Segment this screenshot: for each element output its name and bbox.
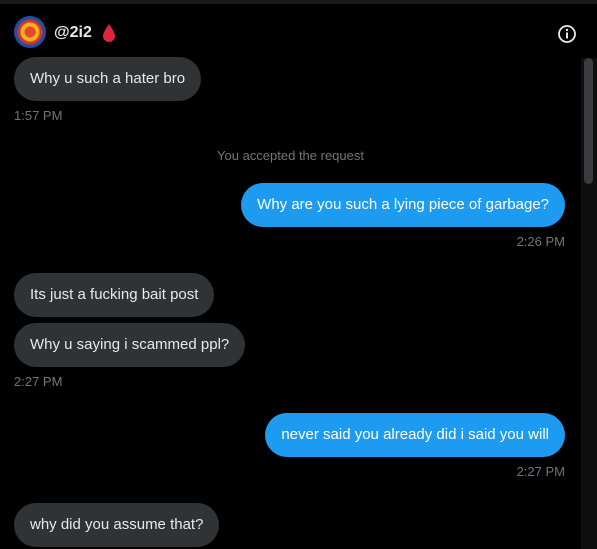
message-timestamp: 2:27 PM [516, 464, 565, 479]
message-bubble-sent[interactable]: Why are you such a lying piece of garbag… [241, 183, 565, 227]
avatar[interactable] [14, 16, 46, 48]
scrollbar-thumb[interactable] [584, 58, 593, 184]
user-handle[interactable]: @2i2 [54, 24, 92, 42]
message-bubble-sent[interactable]: never said you already did i said you wi… [265, 413, 565, 457]
info-icon[interactable] [557, 24, 577, 44]
message-timestamp: 2:27 PM [14, 374, 63, 389]
message-timestamp: 1:57 PM [14, 108, 63, 123]
message-bubble-received[interactable]: Why u saying i scammed ppl? [14, 323, 246, 367]
blood-drop-icon [103, 24, 115, 42]
message-bubble-received[interactable]: Its just a fucking bait post [14, 273, 215, 317]
conversation-header: @2i2 [0, 0, 597, 58]
message-bubble-received[interactable]: why did you assume that? [14, 503, 220, 547]
message-bubble-received[interactable]: Why u such a hater bro [14, 57, 202, 101]
message-timestamp: 2:26 PM [516, 234, 565, 249]
system-notice: You accepted the request [217, 148, 364, 163]
